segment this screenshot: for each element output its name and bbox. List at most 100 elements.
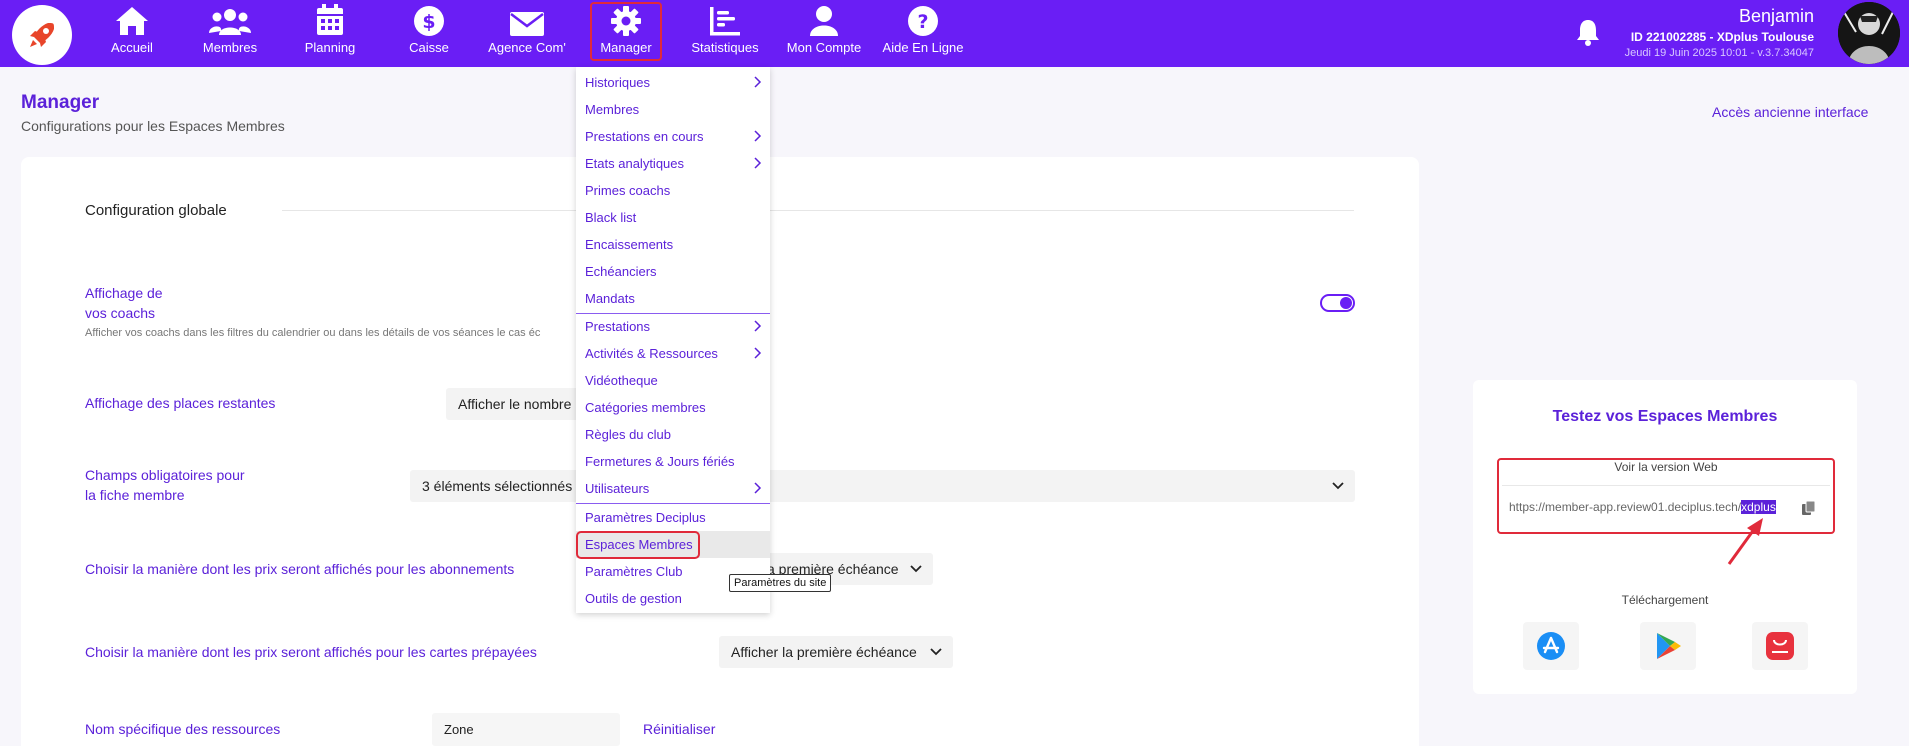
menu-item-prestations[interactable]: Prestations: [576, 313, 770, 340]
users-icon: [209, 9, 251, 35]
user-id: ID 221002285 - XDplus Toulouse: [1630, 30, 1814, 44]
user-date-version: Jeudi 19 Juin 2025 10:01 - v.3.7.34047: [1624, 47, 1814, 59]
coachs-description: Afficher vos coachs dans les filtres du …: [85, 327, 541, 339]
menu-item-fermetures-jours-feries[interactable]: Fermetures & Jours fériés: [576, 448, 770, 475]
section-divider: [282, 210, 1354, 211]
coachs-label-line2: vos coachs: [85, 305, 156, 321]
chevron-right-icon: [752, 157, 762, 172]
menu-item-parametres-deciplus[interactable]: Paramètres Deciplus: [576, 504, 770, 531]
nav-planning[interactable]: Planning: [303, 0, 357, 67]
champs-label-line1: Champs obligatoires pour: [85, 467, 245, 483]
menu-item-etats-analytiques[interactable]: Etats analytiques: [576, 150, 770, 177]
menu-item-label: Echéanciers: [585, 264, 657, 279]
nav-accueil[interactable]: Accueil: [110, 0, 154, 67]
menu-item-black-list[interactable]: Black list: [576, 204, 770, 231]
prix-abonnements-label: Choisir la manière dont les prix seront …: [85, 561, 515, 577]
tooltip: Paramètres du site: [729, 574, 832, 592]
menu-item-label: Membres: [585, 102, 640, 117]
coachs-label: Affichage de vos coachs: [85, 283, 163, 323]
menu-item-activites-ressources[interactable]: Activités & Ressources: [576, 340, 770, 367]
menu-item-echeanciers[interactable]: Echéanciers: [576, 258, 770, 285]
url-slug-selected: xdplus: [1741, 500, 1776, 514]
nav-membres[interactable]: Membres: [201, 0, 259, 67]
menu-item-label: Vidéotheque: [585, 373, 658, 388]
nav-caisse[interactable]: $ Caisse: [409, 0, 449, 67]
nav-label: Planning: [304, 40, 356, 55]
url-prefix: https://member-app.review01.deciplus.tec…: [1509, 500, 1742, 514]
chevron-down-icon: [909, 561, 923, 578]
menu-item-encaissements[interactable]: Encaissements: [576, 231, 770, 258]
dollar-icon: $: [414, 6, 444, 36]
nav-label: Agence Com': [488, 40, 566, 55]
champs-multiselect[interactable]: 3 éléments sélectionnés: [410, 470, 1355, 502]
menu-item-label: Règles du club: [585, 427, 671, 442]
menu-item-membres[interactable]: Membres: [576, 96, 770, 123]
svg-text:?: ?: [917, 11, 928, 33]
menu-item-prestations-en-cours[interactable]: Prestations en cours: [576, 123, 770, 150]
nav-aide-en-ligne[interactable]: ? Aide En Ligne: [883, 0, 963, 67]
menu-item-label: Paramètres Club: [585, 564, 683, 579]
places-label: Affichage des places restantes: [85, 395, 276, 411]
prix-cartes-select[interactable]: Afficher la première échéance: [719, 636, 953, 668]
nav-label: Caisse: [409, 40, 449, 55]
huawei-appgallery-icon[interactable]: [1752, 622, 1808, 670]
red-arrow-annotation-icon: [1725, 514, 1771, 571]
bar-chart-icon: [710, 7, 740, 36]
nav-agence-com[interactable]: Agence Com': [487, 0, 567, 67]
menu-item-label: Primes coachs: [585, 183, 671, 198]
web-version-label: Voir la version Web: [1614, 460, 1718, 474]
menu-item-categories-membres[interactable]: Catégories membres: [576, 394, 770, 421]
nav-label: Accueil: [111, 40, 153, 55]
menu-item-regles-du-club[interactable]: Règles du club: [576, 421, 770, 448]
reset-button[interactable]: Réinitialiser: [643, 721, 715, 737]
download-label: Téléchargement: [1621, 593, 1709, 607]
menu-item-label: Prestations en cours: [585, 129, 704, 144]
member-app-url[interactable]: https://member-app.review01.deciplus.tec…: [1509, 500, 1776, 514]
chevron-right-icon: [752, 347, 762, 362]
avatar[interactable]: [1838, 2, 1900, 64]
menu-item-utilisateurs[interactable]: Utilisateurs: [576, 475, 770, 502]
user-info[interactable]: Benjamin ID 221002285 - XDplus Toulouse …: [1625, 6, 1814, 59]
menu-item-label: Black list: [585, 210, 637, 225]
home-icon: [116, 7, 148, 35]
coachs-toggle[interactable]: [1320, 294, 1355, 312]
menu-item-label: Activités & Ressources: [585, 346, 718, 361]
top-navigation-bar: Accueil Membres Planning $ Caisse Agence…: [0, 0, 1909, 67]
chevron-down-icon: [1331, 478, 1345, 495]
old-interface-link[interactable]: Accès ancienne interface: [1712, 104, 1868, 120]
champs-label: Champs obligatoires pour la fiche membre: [85, 465, 245, 505]
champs-select-value: 3 éléments sélectionnés: [422, 478, 573, 494]
user-name: Benjamin: [1738, 6, 1814, 26]
nav-label: Membres: [202, 40, 258, 55]
ressources-input[interactable]: Zone: [432, 713, 620, 746]
google-play-icon[interactable]: [1640, 622, 1696, 670]
ressources-input-value: Zone: [444, 722, 474, 737]
prix-cartes-label: Choisir la manière dont les prix seront …: [85, 644, 537, 660]
nav-mon-compte[interactable]: Mon Compte: [786, 0, 862, 67]
active-nav-highlight: [590, 2, 662, 61]
chevron-down-icon: [929, 644, 943, 661]
nav-statistiques[interactable]: Statistiques: [687, 0, 763, 67]
calendar-icon: [317, 4, 343, 35]
menu-item-label: Utilisateurs: [585, 481, 650, 496]
page-subtitle: Configurations pour les Espaces Membres: [21, 118, 285, 134]
prix-cartes-value: Afficher la première échéance: [731, 644, 917, 660]
chevron-right-icon: [752, 482, 762, 497]
envelope-icon: [510, 12, 544, 36]
menu-item-videotheque[interactable]: Vidéotheque: [576, 367, 770, 394]
rocket-logo-icon[interactable]: [12, 5, 72, 65]
places-select[interactable]: Afficher le nombre: [446, 388, 580, 420]
menu-item-mandats[interactable]: Mandats: [576, 285, 770, 312]
menu-item-historiques[interactable]: Historiques: [576, 69, 770, 96]
ressources-label: Nom spécifique des ressources: [85, 721, 281, 737]
app-store-icon[interactable]: [1523, 622, 1579, 670]
web-box-divider: [1502, 485, 1830, 486]
menu-item-primes-coachs[interactable]: Primes coachs: [576, 177, 770, 204]
chevron-right-icon: [752, 130, 762, 145]
notification-bell-icon[interactable]: [1575, 18, 1601, 51]
copy-icon[interactable]: [1801, 500, 1817, 521]
menu-item-label: Outils de gestion: [585, 591, 682, 606]
section-title: Configuration globale: [85, 202, 227, 219]
menu-item-label: Paramètres Deciplus: [585, 510, 706, 525]
menu-item-label: Etats analytiques: [585, 156, 685, 171]
